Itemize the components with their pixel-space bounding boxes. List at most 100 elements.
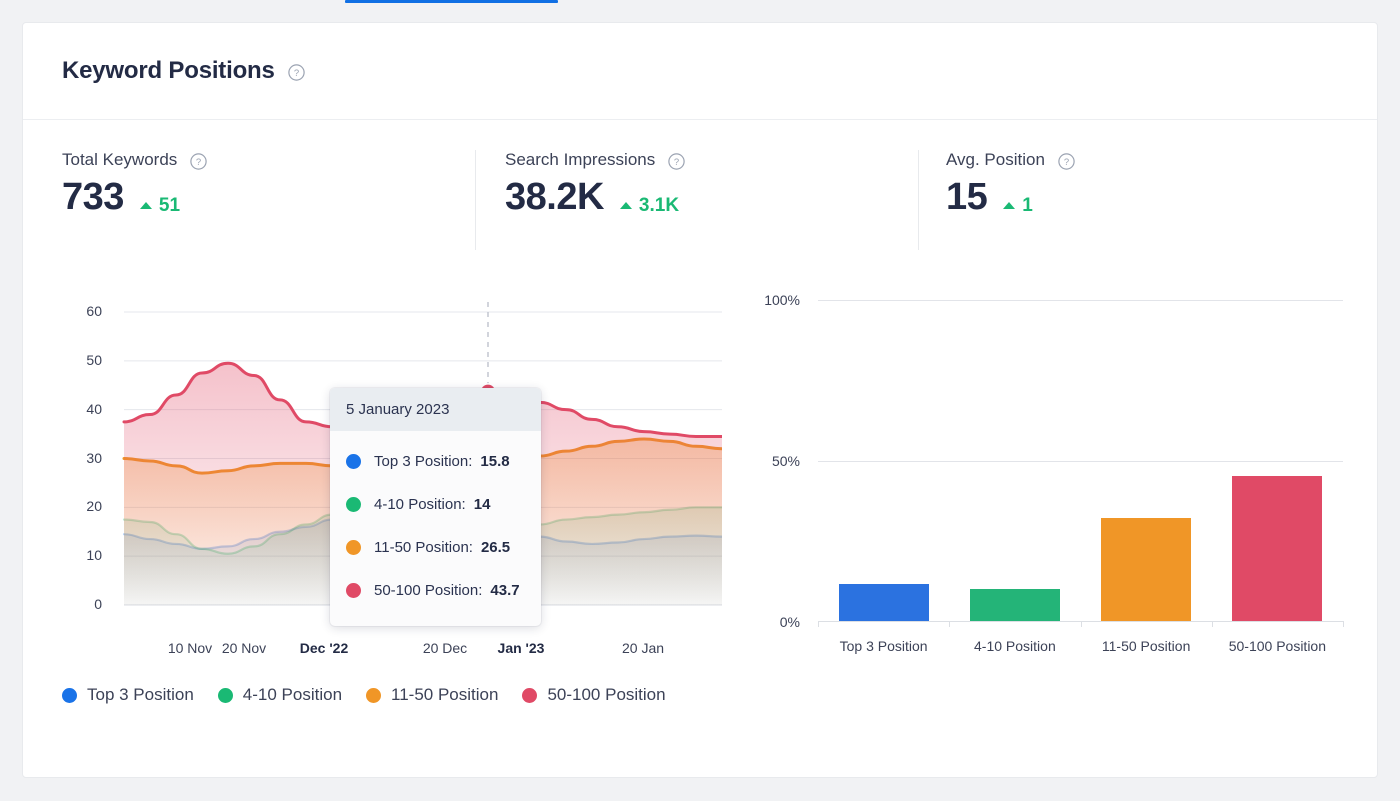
bar[interactable] [969, 589, 1060, 622]
x-axis-tick-label: 10 Nov [167, 640, 213, 656]
bar[interactable] [1101, 518, 1192, 622]
tooltip-row: 50-100 Position: 43.7 [346, 569, 525, 612]
legend-item[interactable]: 4-10 Position [217, 685, 343, 705]
tooltip-row: 11-50 Position: 26.5 [346, 526, 525, 569]
question-circle-icon[interactable]: ? [1058, 153, 1075, 170]
x-axis-tick-label: Dec '22 [299, 640, 349, 656]
y-axis-tick-label: 20 [86, 498, 102, 515]
metric-delta-value: 3.1K [638, 194, 680, 216]
y-axis-tick-label: 50 [86, 351, 102, 368]
charts-region: 0 10 20 30 40 50 60 10 Nov 20 Nov Dec '22 20 Dec J… [23, 250, 1377, 720]
axis-tick [1211, 621, 1213, 627]
bar-column[interactable] [949, 300, 1080, 622]
tab-strip [0, 0, 1400, 4]
y-axis-tick-label: 60 [86, 303, 102, 319]
bar[interactable] [1232, 476, 1323, 622]
y-axis-tick-label: 40 [86, 400, 102, 417]
x-axis-tick-label: 20 Nov [221, 640, 267, 656]
keyword-positions-area-chart[interactable]: 0 10 20 30 40 50 60 10 Nov 20 Nov Dec '22 20 Dec J… [62, 300, 722, 720]
series-color-dot [346, 583, 361, 598]
bar-chart-plot: 0% 50% 100% [764, 292, 1344, 630]
bar-column[interactable] [1212, 300, 1343, 622]
question-circle-icon[interactable]: ? [668, 153, 685, 170]
metric-delta-value: 1 [1022, 194, 1033, 216]
bar-chart-bars [818, 300, 1343, 622]
metric-delta: 51 [139, 194, 181, 217]
series-color-dot [522, 687, 538, 703]
metric-total-keywords: Total Keywords ? 733 51 [23, 150, 475, 250]
tooltip-series-value: 43.7 [490, 582, 520, 599]
metric-delta-value: 51 [158, 194, 181, 216]
series-color-dot [366, 687, 382, 703]
y-axis-tick-label: 100% [764, 292, 800, 308]
axis-tick [1343, 621, 1344, 627]
caret-up-icon [1003, 202, 1016, 209]
legend-item[interactable]: Top 3 Position [62, 685, 194, 705]
legend-item-label: 50-100 Position [547, 685, 666, 704]
metric-search-impressions: Search Impressions ? 38.2K 3.1K [475, 150, 918, 250]
legend-item-label: 4-10 Position [242, 685, 343, 704]
metric-delta: 3.1K [619, 194, 680, 217]
tooltip-date: 5 January 2023 [330, 388, 541, 431]
svg-text:?: ? [293, 68, 298, 79]
metric-label: Search Impressions [505, 150, 656, 169]
keyword-positions-card: Keyword Positions ? Total Keywords ? 733… [22, 22, 1378, 778]
legend-item-label: 11-50 Position [391, 685, 499, 704]
legend-item[interactable]: 50-100 Position [522, 685, 666, 705]
tooltip-series-value: 15.8 [480, 453, 510, 470]
metric-value-row: 733 51 [62, 176, 475, 219]
active-tab-indicator [345, 0, 558, 3]
svg-text:?: ? [196, 157, 201, 168]
legend-item-label: Top 3 Position [87, 685, 194, 704]
metric-delta: 1 [1003, 195, 1033, 217]
series-color-dot [217, 687, 233, 703]
series-color-dot [346, 497, 361, 512]
metric-value: 733 [62, 176, 124, 218]
tooltip-series-label: 11-50 Position: [374, 539, 473, 556]
metric-value: 15 [946, 176, 988, 218]
metric-label-row: Avg. Position ? [946, 150, 1218, 170]
metric-value: 38.2K [505, 176, 604, 218]
x-axis-tick-label: 20 Dec [422, 640, 468, 656]
y-axis-tick-label: 10 [86, 547, 102, 564]
tooltip-series-value: 14 [473, 496, 491, 513]
tooltip-row: Top 3 Position: 15.8 [346, 440, 525, 483]
y-axis-tick-label: 50% [771, 453, 800, 469]
bar-column[interactable] [818, 300, 949, 622]
tooltip-series-value: 26.5 [480, 539, 511, 556]
question-circle-icon[interactable]: ? [287, 64, 305, 81]
x-axis-tick-label: 50-100 Position [1228, 638, 1327, 654]
tooltip-rows: Top 3 Position: 15.8 4-10 Position: 14 1… [330, 431, 541, 626]
caret-up-icon [619, 202, 632, 209]
axis-tick [818, 621, 819, 627]
x-axis-tick-label: 4-10 Position [974, 638, 1056, 654]
bar-chart-x-axis: Top 3 Position 4-10 Position 11-50 Positio… [818, 638, 1343, 654]
x-axis-tick-label: Jan '23 [497, 640, 545, 656]
axis-tick [949, 621, 951, 627]
metric-label-row: Search Impressions ? [505, 150, 918, 170]
card-header: Keyword Positions ? [23, 23, 1377, 120]
y-axis-tick-label: 0 [94, 596, 102, 612]
bar-column[interactable] [1081, 300, 1212, 622]
bar[interactable] [838, 584, 929, 622]
metric-avg-position: Avg. Position ? 15 1 [918, 150, 1218, 250]
keyword-positions-bar-chart[interactable]: 0% 50% 100% Top 3 Position 4-10 Position 11-… [753, 292, 1344, 720]
tooltip-series-label: 50-100 Position: [374, 582, 483, 599]
y-axis-tick-label: 0% [779, 614, 800, 630]
metric-value-row: 15 1 [946, 176, 1218, 219]
axis-tick [1080, 621, 1082, 627]
x-axis-tick-label: 11-50 Position [1101, 638, 1191, 654]
keyword-positions-page: Keyword Positions ? Total Keywords ? 733… [0, 0, 1400, 801]
tooltip-row: 4-10 Position: 14 [346, 483, 525, 526]
question-circle-icon[interactable]: ? [190, 153, 207, 170]
x-axis-tick-label: Top 3 Position [839, 638, 928, 654]
x-axis-tick-label: 20 Jan [621, 640, 665, 656]
y-axis-tick-label: 30 [86, 449, 102, 466]
metric-value-row: 38.2K 3.1K [505, 176, 918, 219]
series-color-dot [346, 540, 361, 555]
metric-label: Total Keywords [62, 150, 178, 169]
tooltip-series-label: Top 3 Position: [374, 453, 473, 470]
legend-item[interactable]: 11-50 Position [366, 685, 498, 705]
area-chart-legend: Top 3 Position 4-10 Position 11-50 Positio… [62, 685, 666, 705]
page-title: Keyword Positions [62, 57, 275, 84]
